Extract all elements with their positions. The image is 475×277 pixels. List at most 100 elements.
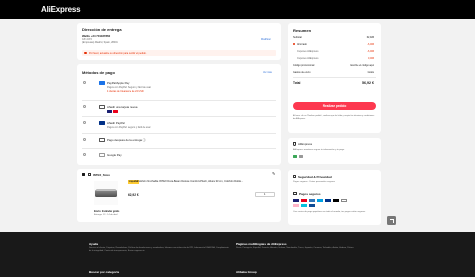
radio-add-paypal[interactable] [83,121,86,124]
card-icon [293,192,297,195]
total-value: 56,92 € [362,81,374,85]
radio-google-pay[interactable] [83,153,86,156]
shipping-line3: (Empresas) Madrid, Spain, 28001 [82,41,118,44]
payment-method-add-paypal[interactable]: Añadir PayPal Pagos con PayPal: seguro y… [82,120,276,130]
summary-title: Resumen [293,28,312,33]
payment-method-label: PayPal/Apple Pay [107,81,130,85]
footer-help-title: Ayuda [89,242,99,246]
checkbox-store[interactable] [82,173,85,176]
feedback-button[interactable] [387,216,396,225]
edit-address-link[interactable]: Modificar [261,38,271,41]
shipping-title: Dirección de entrega [82,27,122,32]
footer-alibaba-title: Alibaba Group [236,270,257,274]
amex-logo-icon [309,199,315,202]
assurance-title: AliExpress [298,142,313,146]
secure-icon [299,155,303,158]
promo-code-input[interactable]: Escribe el código aquí [350,64,374,67]
paypal-logo-icon [325,199,331,202]
payment-logos [293,199,378,207]
terms-text: Al hacer clic en 'Realizar pedido', conf… [293,115,375,120]
radio-paypal-apple[interactable] [83,81,86,84]
mastercard-icon [113,110,118,113]
payment-method-label: Añadir PayPal [107,121,125,125]
secure-payments-title: Pagos seguros [299,192,321,196]
delivery-title: Envío: Estándar gratis [94,210,120,213]
jcb-logo-icon [309,203,315,207]
edit-icon[interactable]: ✎ [272,171,275,176]
payment-method-google-pay[interactable]: Google Pay [82,152,276,160]
coupon-value-2[interactable]: 0,00€ [368,57,374,60]
payment-method-label: Google Pay [107,153,122,157]
saved-icon [293,43,296,46]
shipping-fee-value: Gratis [367,71,374,74]
klarna-logo-icon [293,203,299,207]
coupon-label-1: Cupones AliExpress [297,50,319,53]
mattress-top [96,189,116,191]
mastercard-logo-icon [301,199,307,202]
subtotal-label: Subtotal [293,36,302,39]
visa-logo-icon [293,199,299,202]
coupon-value-1[interactable]: -6,00€ [367,50,374,53]
footer-multilang-text[interactable]: Rusia, Portugués, Español, Francés, Alem… [236,247,381,250]
payment-method-label: Añadir una tarjeta nueva [107,105,138,109]
cash-icon [99,137,105,142]
store-name[interactable]: INTEX_Store [93,173,110,177]
payment-more-link[interactable]: Ver más [263,71,272,74]
payment-method-offer: 4 ofertas de Clearance de 24 USD [107,90,144,93]
product-name[interactable]: Colchón hinchable INTEX Dura-Beam Deluxe… [137,180,277,183]
google-pay-icon [99,152,105,157]
saved-label: Ahorrado [297,43,307,46]
radio-add-card[interactable] [83,105,86,108]
paypal-icon [99,80,105,85]
security-badge-icon [293,155,297,158]
payment-card: Métodos de pago Ver más PayPal/Apple Pay… [77,64,281,165]
summary-card: Resumen Subtotal 62,92€ Ahorrado -6,00€ … [288,23,381,133]
payment-method-sub: Pagos con PayPal: seguro y fácil de usar [107,126,151,129]
paypal-icon [99,120,105,125]
card-icon [99,104,105,109]
payment-method-paypal-apple[interactable]: PayPal/Apple Pay Pagos con PayPal: Segur… [82,80,276,99]
product-price: 62,92 € [128,193,139,197]
payment-method-cod[interactable]: Pago después de la entrega ⓘ [82,137,276,145]
place-order-button[interactable]: Realizar pedido [293,102,376,110]
bizum-logo-icon [301,203,307,207]
shield-icon [293,142,296,146]
warning-icon [84,51,87,55]
radio-cod[interactable] [83,138,86,141]
aliexpress-logo[interactable]: AliExpress [41,5,81,14]
footer: Ayuda Servicio al cliente, Disputas, Ree… [0,232,475,277]
lock-icon [293,175,296,178]
subtotal-value: 62,92€ [366,36,374,39]
promo-code-label: Código promocional [293,64,315,67]
saved-value: -6,00€ [367,43,374,46]
aliexpress-assurance-card: AliExpress AliExpress mantiene segura tu… [288,138,381,164]
footer-browse-title: Buscar por categoría [89,270,120,274]
shipping-warning: Por favor, actualice su dirección para r… [82,50,276,56]
footer-multilang-title: Páginas multilingües de AliExpress [236,242,287,246]
security-title: Seguridad & Privacidad [298,175,332,179]
visa-icon [107,110,112,113]
googlepay-logo-icon [341,199,347,202]
store-icon [88,173,91,176]
top-bar: AliExpress [0,0,475,19]
delivery-sub: Entrega: 13 - 14 de abril [94,214,118,216]
expand-icon [389,218,394,223]
applepay-logo-icon [333,199,339,202]
security-card: Seguridad & Privacidad Pagos seguros · D… [288,170,381,225]
product-image[interactable] [94,181,118,205]
footer-help-text[interactable]: Servicio al cliente, Disputas, Reembolso… [89,247,229,253]
maestro-logo-icon [317,199,323,202]
warning-text: Por favor, actualice su dirección para r… [89,51,147,55]
coupon-label-2: Cupones AliExpress [297,57,319,60]
payment-method-add-card[interactable]: Añadir una tarjeta nueva [82,104,276,114]
total-label: Total [293,81,301,85]
payment-title: Métodos de pago [82,70,115,75]
security-text: Pagos seguros · Datos personales seguros [293,181,335,183]
shipping-card: Dirección de entrega Wallis +34 70118786… [77,23,281,60]
payment-method-sub: Pagos con PayPal: Seguro y fácil de usar [107,86,151,89]
secure-payments-text: Con socios de pago populares en todo el … [293,211,366,213]
mattress-shape [95,190,117,197]
shipping-fee-label: Gastos de envío [293,71,311,74]
payment-method-label: Pago después de la entrega ⓘ [107,138,146,142]
assurance-text: AliExpress mantiene segura tu informació… [293,149,345,151]
